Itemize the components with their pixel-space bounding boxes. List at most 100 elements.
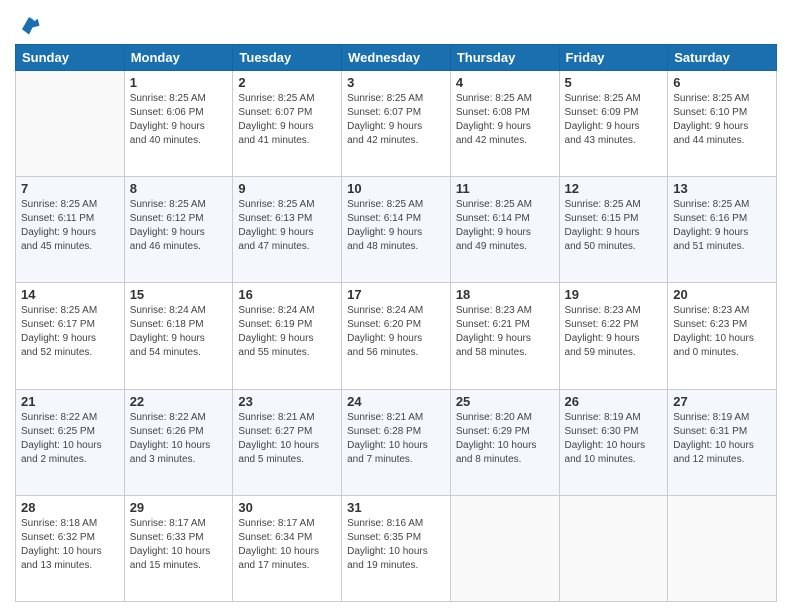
- day-info: Sunrise: 8:25 AM Sunset: 6:16 PM Dayligh…: [673, 198, 771, 254]
- calendar-day-cell: 12 Sunrise: 8:25 AM Sunset: 6:15 PM Dayli…: [559, 177, 668, 283]
- calendar-day-cell: [668, 495, 777, 601]
- calendar-day-cell: 6Sunrise: 8:25 AM Sunset: 6:10 PM Daylig…: [668, 71, 777, 177]
- day-info: Sunrise: 8:23 AM Sunset: 6:21 PM Dayligh…: [456, 304, 554, 360]
- day-number: 3: [347, 75, 445, 90]
- calendar-day-cell: 8 Sunrise: 8:25 AM Sunset: 6:12 PM Daylig…: [124, 177, 233, 283]
- day-number: 7: [21, 181, 119, 196]
- calendar-day-cell: 9 Sunrise: 8:25 AM Sunset: 6:13 PM Daylig…: [233, 177, 342, 283]
- calendar-header-saturday: Saturday: [668, 45, 777, 71]
- calendar-week-row: 1 Sunrise: 8:25 AM Sunset: 6:06 PM Daylig…: [16, 71, 777, 177]
- calendar-header-friday: Friday: [559, 45, 668, 71]
- day-info: Sunrise: 8:19 AM Sunset: 6:31 PM Dayligh…: [673, 411, 771, 467]
- day-info: Sunrise: 8:25 AM Sunset: 6:07 PM Dayligh…: [238, 92, 336, 148]
- calendar-day-cell: 2 Sunrise: 8:25 AM Sunset: 6:07 PM Daylig…: [233, 71, 342, 177]
- day-number: 17: [347, 287, 445, 302]
- day-number: 9: [238, 181, 336, 196]
- day-number: 8: [130, 181, 228, 196]
- calendar-day-cell: 13 Sunrise: 8:25 AM Sunset: 6:16 PM Dayli…: [668, 177, 777, 283]
- calendar-day-cell: 29 Sunrise: 8:17 AM Sunset: 6:33 PM Dayli…: [124, 495, 233, 601]
- calendar-day-cell: 31 Sunrise: 8:16 AM Sunset: 6:35 PM Dayli…: [342, 495, 451, 601]
- calendar-day-cell: 21 Sunrise: 8:22 AM Sunset: 6:25 PM Dayli…: [16, 389, 125, 495]
- day-info: Sunrise: 8:21 AM Sunset: 6:28 PM Dayligh…: [347, 411, 445, 467]
- calendar-day-cell: 15Sunrise: 8:24 AM Sunset: 6:18 PM Dayli…: [124, 283, 233, 389]
- day-number: 25: [456, 394, 554, 409]
- calendar-day-cell: 24 Sunrise: 8:21 AM Sunset: 6:28 PM Dayli…: [342, 389, 451, 495]
- calendar-day-cell: 30Sunrise: 8:17 AM Sunset: 6:34 PM Dayli…: [233, 495, 342, 601]
- calendar-week-row: 14 Sunrise: 8:25 AM Sunset: 6:17 PM Dayli…: [16, 283, 777, 389]
- day-info: Sunrise: 8:25 AM Sunset: 6:06 PM Dayligh…: [130, 92, 228, 148]
- calendar-day-cell: 20 Sunrise: 8:23 AM Sunset: 6:23 PM Dayli…: [668, 283, 777, 389]
- calendar-day-cell: 22 Sunrise: 8:22 AM Sunset: 6:26 PM Dayli…: [124, 389, 233, 495]
- day-number: 31: [347, 500, 445, 515]
- day-number: 1: [130, 75, 228, 90]
- calendar-day-cell: 26 Sunrise: 8:19 AM Sunset: 6:30 PM Dayli…: [559, 389, 668, 495]
- calendar-day-cell: 23 Sunrise: 8:21 AM Sunset: 6:27 PM Dayli…: [233, 389, 342, 495]
- day-info: Sunrise: 8:17 AM Sunset: 6:34 PM Dayligh…: [238, 517, 336, 573]
- day-number: 29: [130, 500, 228, 515]
- day-number: 22: [130, 394, 228, 409]
- day-number: 23: [238, 394, 336, 409]
- calendar-header-tuesday: Tuesday: [233, 45, 342, 71]
- calendar-table: SundayMondayTuesdayWednesdayThursdayFrid…: [15, 44, 777, 602]
- day-info: Sunrise: 8:22 AM Sunset: 6:26 PM Dayligh…: [130, 411, 228, 467]
- calendar-day-cell: 3 Sunrise: 8:25 AM Sunset: 6:07 PM Daylig…: [342, 71, 451, 177]
- day-info: Sunrise: 8:25 AM Sunset: 6:07 PM Dayligh…: [347, 92, 445, 148]
- calendar-day-cell: 19Sunrise: 8:23 AM Sunset: 6:22 PM Dayli…: [559, 283, 668, 389]
- calendar-day-cell: [559, 495, 668, 601]
- day-number: 13: [673, 181, 771, 196]
- day-info: Sunrise: 8:25 AM Sunset: 6:12 PM Dayligh…: [130, 198, 228, 254]
- day-number: 24: [347, 394, 445, 409]
- calendar-day-cell: 27 Sunrise: 8:19 AM Sunset: 6:31 PM Dayli…: [668, 389, 777, 495]
- calendar-day-cell: 25 Sunrise: 8:20 AM Sunset: 6:29 PM Dayli…: [450, 389, 559, 495]
- calendar-day-cell: [450, 495, 559, 601]
- calendar-header-row: SundayMondayTuesdayWednesdayThursdayFrid…: [16, 45, 777, 71]
- calendar-day-cell: 4Sunrise: 8:25 AM Sunset: 6:08 PM Daylig…: [450, 71, 559, 177]
- day-number: 20: [673, 287, 771, 302]
- day-info: Sunrise: 8:22 AM Sunset: 6:25 PM Dayligh…: [21, 411, 119, 467]
- day-info: Sunrise: 8:25 AM Sunset: 6:14 PM Dayligh…: [456, 198, 554, 254]
- calendar-day-cell: 16 Sunrise: 8:24 AM Sunset: 6:19 PM Dayli…: [233, 283, 342, 389]
- day-number: 15: [130, 287, 228, 302]
- day-info: Sunrise: 8:19 AM Sunset: 6:30 PM Dayligh…: [565, 411, 663, 467]
- day-number: 18: [456, 287, 554, 302]
- day-info: Sunrise: 8:25 AM Sunset: 6:14 PM Dayligh…: [347, 198, 445, 254]
- day-info: Sunrise: 8:16 AM Sunset: 6:35 PM Dayligh…: [347, 517, 445, 573]
- day-info: Sunrise: 8:25 AM Sunset: 6:09 PM Dayligh…: [565, 92, 663, 148]
- day-info: Sunrise: 8:25 AM Sunset: 6:13 PM Dayligh…: [238, 198, 336, 254]
- day-number: 26: [565, 394, 663, 409]
- day-info: Sunrise: 8:24 AM Sunset: 6:19 PM Dayligh…: [238, 304, 336, 360]
- day-info: Sunrise: 8:17 AM Sunset: 6:33 PM Dayligh…: [130, 517, 228, 573]
- day-number: 14: [21, 287, 119, 302]
- calendar-day-cell: 18 Sunrise: 8:23 AM Sunset: 6:21 PM Dayli…: [450, 283, 559, 389]
- calendar-header-monday: Monday: [124, 45, 233, 71]
- calendar-day-cell: 17Sunrise: 8:24 AM Sunset: 6:20 PM Dayli…: [342, 283, 451, 389]
- calendar-week-row: 28 Sunrise: 8:18 AM Sunset: 6:32 PM Dayli…: [16, 495, 777, 601]
- calendar-day-cell: [16, 71, 125, 177]
- calendar-day-cell: 5Sunrise: 8:25 AM Sunset: 6:09 PM Daylig…: [559, 71, 668, 177]
- day-number: 21: [21, 394, 119, 409]
- calendar-header-sunday: Sunday: [16, 45, 125, 71]
- calendar-day-cell: 7Sunrise: 8:25 AM Sunset: 6:11 PM Daylig…: [16, 177, 125, 283]
- day-number: 27: [673, 394, 771, 409]
- day-number: 19: [565, 287, 663, 302]
- day-number: 12: [565, 181, 663, 196]
- logo-icon: [15, 10, 43, 38]
- header: [15, 10, 777, 38]
- day-info: Sunrise: 8:25 AM Sunset: 6:17 PM Dayligh…: [21, 304, 119, 360]
- day-number: 2: [238, 75, 336, 90]
- day-info: Sunrise: 8:20 AM Sunset: 6:29 PM Dayligh…: [456, 411, 554, 467]
- calendar-day-cell: 10Sunrise: 8:25 AM Sunset: 6:14 PM Dayli…: [342, 177, 451, 283]
- calendar-day-cell: 28 Sunrise: 8:18 AM Sunset: 6:32 PM Dayli…: [16, 495, 125, 601]
- day-info: Sunrise: 8:21 AM Sunset: 6:27 PM Dayligh…: [238, 411, 336, 467]
- day-info: Sunrise: 8:23 AM Sunset: 6:23 PM Dayligh…: [673, 304, 771, 360]
- day-info: Sunrise: 8:18 AM Sunset: 6:32 PM Dayligh…: [21, 517, 119, 573]
- day-number: 28: [21, 500, 119, 515]
- day-number: 16: [238, 287, 336, 302]
- calendar-week-row: 7Sunrise: 8:25 AM Sunset: 6:11 PM Daylig…: [16, 177, 777, 283]
- day-info: Sunrise: 8:25 AM Sunset: 6:15 PM Dayligh…: [565, 198, 663, 254]
- calendar-header-thursday: Thursday: [450, 45, 559, 71]
- logo: [15, 10, 47, 38]
- day-info: Sunrise: 8:25 AM Sunset: 6:08 PM Dayligh…: [456, 92, 554, 148]
- day-number: 6: [673, 75, 771, 90]
- calendar-day-cell: 1 Sunrise: 8:25 AM Sunset: 6:06 PM Daylig…: [124, 71, 233, 177]
